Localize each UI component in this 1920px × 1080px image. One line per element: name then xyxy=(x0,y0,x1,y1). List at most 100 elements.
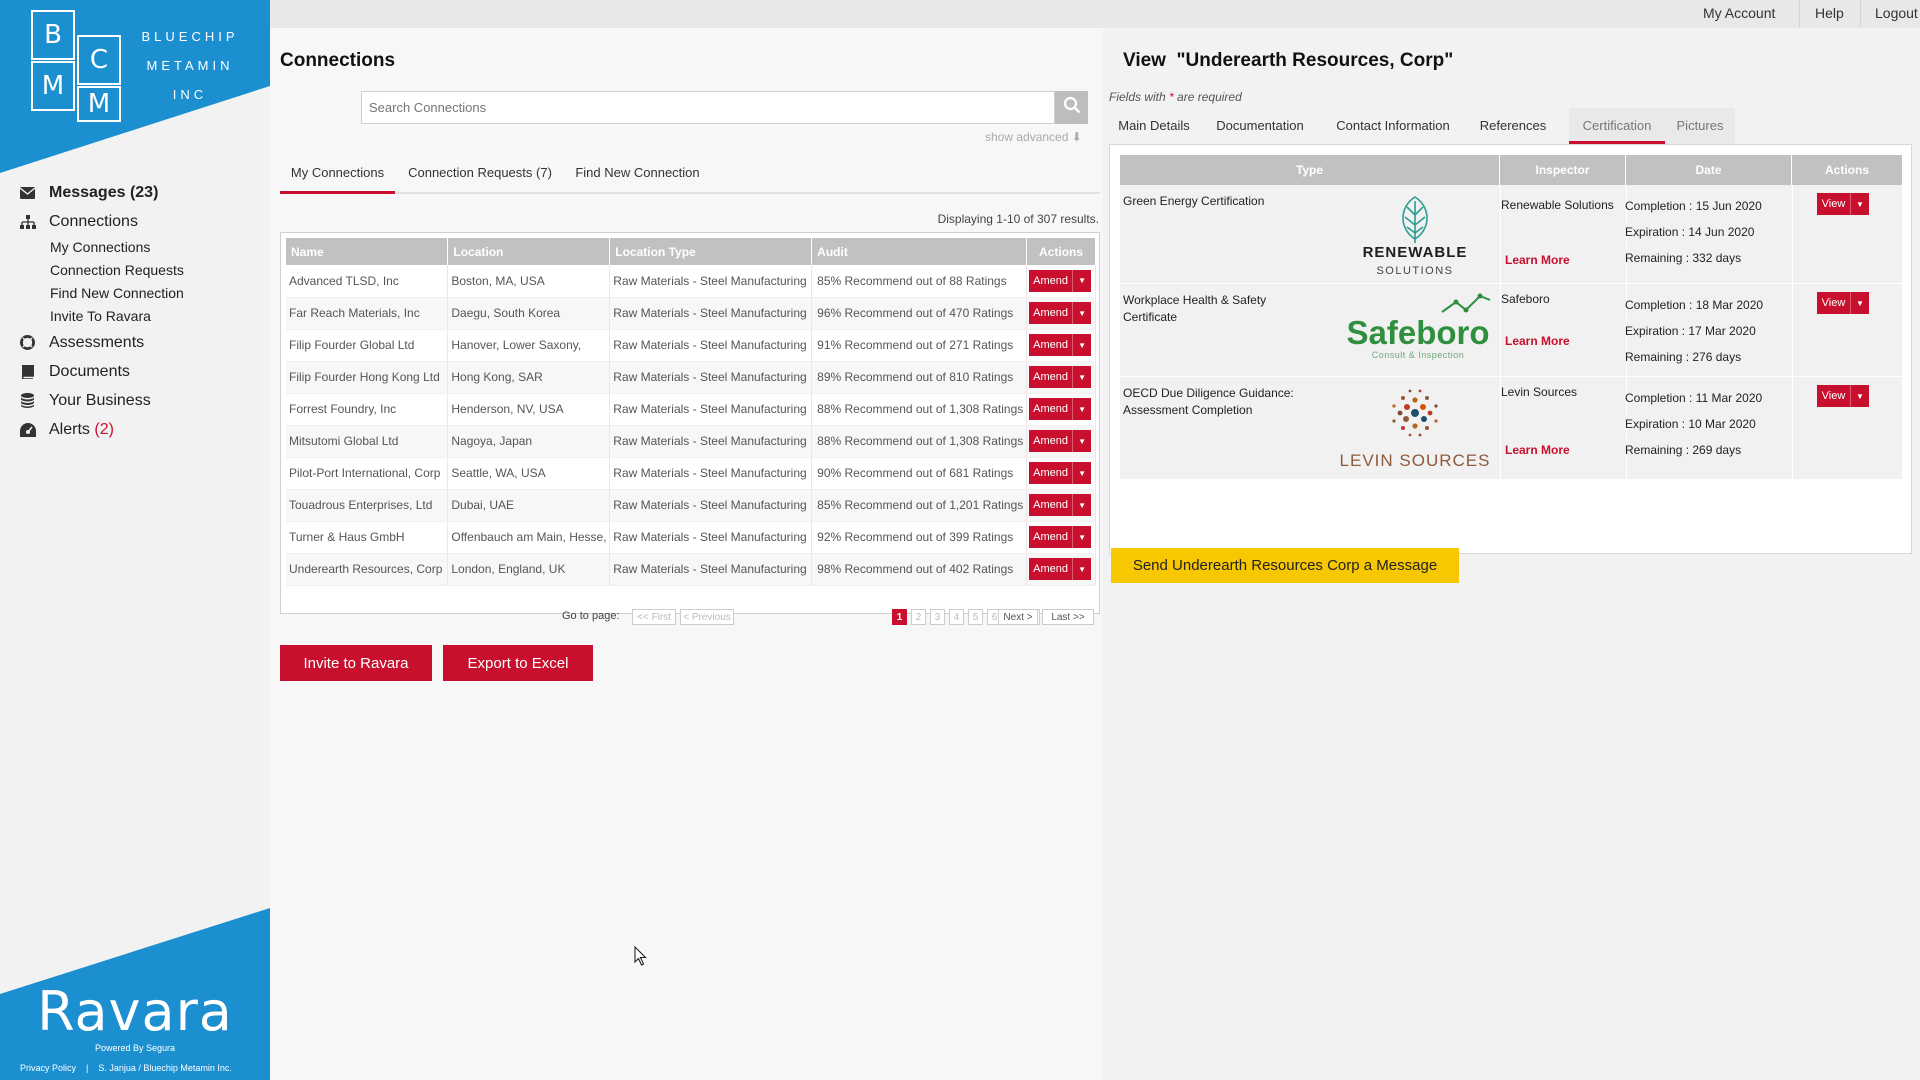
table-row[interactable]: Advanced TLSD, Inc Boston, MA, USA Raw Mat… xyxy=(286,265,1096,298)
amend-button[interactable]: Amend ▼ xyxy=(1029,398,1092,420)
sidebar-item-label: Connections xyxy=(49,212,138,230)
tab-my-connections[interactable]: My Connections xyxy=(280,152,395,194)
logout-link[interactable]: Logout xyxy=(1875,5,1918,21)
tab-main-details[interactable]: Main Details xyxy=(1109,108,1199,144)
sidebar-subitem-my-connections[interactable]: My Connections xyxy=(0,236,270,259)
caret-down-icon[interactable]: ▼ xyxy=(1073,302,1091,324)
sidebar-subitem-invite-to-ravara[interactable]: Invite To Ravara xyxy=(0,305,270,328)
caret-down-icon[interactable]: ▼ xyxy=(1073,494,1091,516)
amend-button[interactable]: Amend ▼ xyxy=(1029,558,1092,580)
table-row[interactable]: Filip Fourder Global Ltd Hanover, Lower S… xyxy=(286,329,1096,362)
sidebar-item-messages[interactable]: Messages (23) xyxy=(0,178,270,207)
location-cell: Nagoya, Japan xyxy=(447,425,611,458)
certification-dates: Completion : 11 Mar 2020 Expiration : 10… xyxy=(1625,385,1785,463)
export-to-excel-button[interactable]: Export to Excel xyxy=(443,645,593,681)
location-cell: Seattle, WA, USA xyxy=(447,457,611,490)
caret-down-icon[interactable]: ▼ xyxy=(1073,526,1091,548)
invite-to-ravara-button[interactable]: Invite to Ravara xyxy=(280,645,432,681)
expiration-date: Expiration : 17 Mar 2020 xyxy=(1625,324,1756,338)
sidebar-item-alerts[interactable]: Alerts (2) xyxy=(0,415,270,444)
caret-down-icon[interactable]: ▼ xyxy=(1851,385,1869,407)
amend-button[interactable]: Amend ▼ xyxy=(1029,430,1092,452)
caret-down-icon[interactable]: ▼ xyxy=(1851,292,1869,314)
tab-connection-requests[interactable]: Connection Requests (7) xyxy=(405,152,555,194)
tab-certification[interactable]: Certification xyxy=(1569,108,1665,144)
view-button[interactable]: View ▼ xyxy=(1817,385,1869,407)
amend-button[interactable]: Amend ▼ xyxy=(1029,334,1092,356)
caret-down-icon[interactable]: ▼ xyxy=(1073,430,1091,452)
tab-documentation[interactable]: Documentation xyxy=(1209,108,1311,144)
caret-down-icon[interactable]: ▼ xyxy=(1073,398,1091,420)
page-number-button[interactable]: 4 xyxy=(949,609,964,625)
sidebar-item-documents[interactable]: Documents xyxy=(0,357,270,386)
tab-pictures[interactable]: Pictures xyxy=(1665,108,1735,144)
amend-button[interactable]: Amend ▼ xyxy=(1029,366,1092,388)
detail-title: View "Underearth Resources, Corp" xyxy=(1123,50,1453,72)
sitemap-icon xyxy=(19,213,36,230)
actions-cell: Amend ▼ xyxy=(1026,329,1096,362)
previous-page-button[interactable]: < Previous xyxy=(680,609,734,625)
search-input[interactable] xyxy=(362,92,1054,123)
sidebar-item-your-business[interactable]: Your Business xyxy=(0,386,270,415)
search-button[interactable] xyxy=(1055,91,1088,124)
company-name: BLUECHIP METAMIN INC xyxy=(140,22,240,109)
column-header-location-type[interactable]: Location Type xyxy=(609,238,813,265)
tab-references[interactable]: References xyxy=(1471,108,1555,144)
column-header-name[interactable]: Name xyxy=(286,238,449,265)
show-advanced-link[interactable]: show advanced ⬇ xyxy=(985,130,1082,144)
sidebar-subitem-connection-requests[interactable]: Connection Requests xyxy=(0,259,270,282)
sidebar-subitem-find-new-connection[interactable]: Find New Connection xyxy=(0,282,270,305)
view-button[interactable]: View ▼ xyxy=(1817,292,1869,314)
table-row[interactable]: Filip Fourder Hong Kong Ltd Hong Kong, SA… xyxy=(286,361,1096,394)
caret-down-icon[interactable]: ▼ xyxy=(1073,270,1091,292)
show-advanced-label: show advanced xyxy=(985,130,1069,144)
amend-button[interactable]: Amend ▼ xyxy=(1029,494,1092,516)
location-type-cell: Raw Materials - Steel Manufacturing xyxy=(609,425,813,458)
table-row[interactable]: Turner & Haus GmbH Offenbauch am Main, He… xyxy=(286,521,1096,554)
next-page-button[interactable]: Next > xyxy=(998,609,1038,625)
location-type-cell: Raw Materials - Steel Manufacturing xyxy=(609,553,813,586)
amend-button[interactable]: Amend ▼ xyxy=(1029,302,1092,324)
location-type-cell: Raw Materials - Steel Manufacturing xyxy=(609,393,813,426)
page-number-button[interactable]: 1 xyxy=(892,609,907,625)
column-header-location[interactable]: Location xyxy=(447,238,611,265)
learn-more-link[interactable]: Learn More xyxy=(1505,334,1570,348)
sidebar-item-label: Alerts xyxy=(49,420,90,438)
tab-find-new-connection[interactable]: Find New Connection xyxy=(565,152,710,194)
send-message-button[interactable]: Send Underearth Resources Corp a Message xyxy=(1111,548,1459,583)
help-link[interactable]: Help xyxy=(1815,5,1844,21)
table-row[interactable]: Far Reach Materials, Inc Daegu, South Kor… xyxy=(286,297,1096,330)
sidebar-item-assessments[interactable]: Assessments xyxy=(0,328,270,357)
amend-button[interactable]: Amend ▼ xyxy=(1029,462,1092,484)
table-row[interactable]: Touadrous Enterprises, Ltd Dubai, UAE Raw … xyxy=(286,489,1096,522)
page-number-button[interactable]: 5 xyxy=(968,609,983,625)
amend-button[interactable]: Amend ▼ xyxy=(1029,269,1092,292)
table-row[interactable]: Underearth Resources, Corp London, Englan… xyxy=(286,553,1096,586)
view-button[interactable]: View ▼ xyxy=(1817,193,1869,215)
privacy-policy-link[interactable]: Privacy Policy xyxy=(20,1063,76,1073)
learn-more-link[interactable]: Learn More xyxy=(1505,443,1570,457)
page-number-button[interactable]: 2 xyxy=(911,609,926,625)
first-page-button[interactable]: << First xyxy=(632,609,676,625)
tab-contact-information[interactable]: Contact Information xyxy=(1323,108,1463,144)
caret-down-icon[interactable]: ▼ xyxy=(1073,462,1091,484)
amend-button[interactable]: Amend ▼ xyxy=(1029,526,1092,548)
actions-cell: Amend ▼ xyxy=(1026,553,1096,586)
detail-title-name: "Underearth Resources, Corp" xyxy=(1176,50,1454,71)
certification-dates: Completion : 18 Mar 2020 Expiration : 17… xyxy=(1625,292,1785,370)
table-row[interactable]: Pilot-Port International, Corp Seattle, W… xyxy=(286,457,1096,490)
caret-down-icon[interactable]: ▼ xyxy=(1073,366,1091,388)
column-header-audit[interactable]: Audit xyxy=(811,238,1028,265)
sidebar-item-connections[interactable]: Connections xyxy=(0,207,270,236)
caret-down-icon[interactable]: ▼ xyxy=(1073,334,1091,356)
learn-more-link[interactable]: Learn More xyxy=(1505,253,1570,267)
company-logo[interactable]: B C M M xyxy=(31,10,123,122)
my-account-link[interactable]: My Account xyxy=(1703,5,1775,21)
last-page-button[interactable]: Last >> xyxy=(1042,609,1094,625)
table-row[interactable]: Mitsutomi Global Ltd Nagoya, Japan Raw Mat… xyxy=(286,425,1096,458)
caret-down-icon[interactable]: ▼ xyxy=(1073,558,1091,580)
table-row[interactable]: Forrest Foundry, Inc Henderson, NV, USA Ra… xyxy=(286,393,1096,426)
page-number-button[interactable]: 3 xyxy=(930,609,945,625)
caret-down-icon[interactable]: ▼ xyxy=(1851,193,1869,215)
logo-letter: M xyxy=(31,61,75,111)
